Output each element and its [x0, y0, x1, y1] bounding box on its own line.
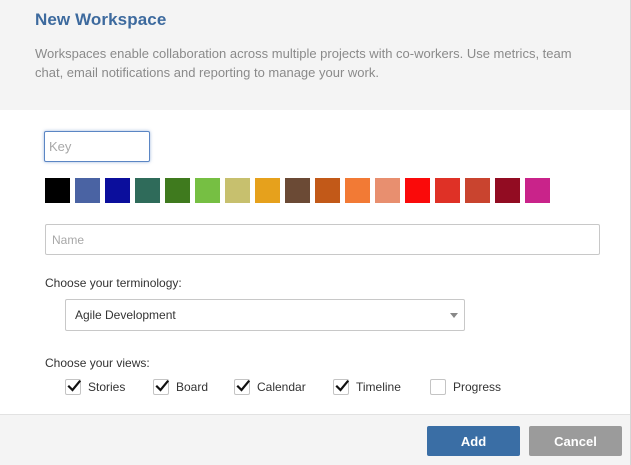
name-input[interactable]	[45, 224, 600, 255]
color-swatch[interactable]	[435, 178, 460, 203]
color-swatch[interactable]	[405, 178, 430, 203]
checkbox[interactable]	[333, 379, 349, 395]
color-swatch[interactable]	[195, 178, 220, 203]
color-swatch[interactable]	[135, 178, 160, 203]
color-swatch[interactable]	[465, 178, 490, 203]
checkbox[interactable]	[430, 379, 446, 395]
view-option-label: Stories	[88, 380, 126, 394]
dialog-header: New Workspace Workspaces enable collabor…	[0, 0, 631, 110]
view-option-label: Progress	[453, 380, 502, 394]
view-option-label: Board	[176, 380, 209, 394]
chevron-down-icon	[450, 313, 458, 318]
view-option-label: Calendar	[257, 380, 306, 394]
terminology-label: Choose your terminology:	[45, 276, 182, 290]
key-input[interactable]	[44, 131, 150, 162]
color-swatch[interactable]	[315, 178, 340, 203]
color-swatch[interactable]	[345, 178, 370, 203]
dialog-footer: Add Cancel	[0, 414, 631, 465]
cancel-button[interactable]: Cancel	[529, 426, 622, 456]
view-option-label: Timeline	[356, 380, 401, 394]
color-swatch[interactable]	[255, 178, 280, 203]
checkmark-icon	[67, 379, 81, 392]
color-swatch[interactable]	[165, 178, 190, 203]
views-label: Choose your views:	[45, 356, 150, 370]
add-button[interactable]: Add	[427, 426, 520, 456]
color-swatch[interactable]	[225, 178, 250, 203]
color-swatch[interactable]	[105, 178, 130, 203]
color-swatch[interactable]	[495, 178, 520, 203]
checkbox[interactable]	[153, 379, 169, 395]
color-swatch[interactable]	[45, 178, 70, 203]
dialog-title: New Workspace	[35, 10, 167, 29]
checkmark-icon	[155, 379, 169, 392]
color-swatch[interactable]	[375, 178, 400, 203]
color-swatch[interactable]	[285, 178, 310, 203]
checkbox[interactable]	[234, 379, 250, 395]
checkmark-icon	[236, 379, 250, 392]
terminology-select[interactable]: Agile Development	[65, 299, 465, 331]
checkbox[interactable]	[65, 379, 81, 395]
color-swatch[interactable]	[525, 178, 550, 203]
dialog-description: Workspaces enable collaboration across m…	[35, 46, 572, 80]
new-workspace-dialog: New Workspace Workspaces enable collabor…	[0, 0, 631, 465]
color-swatch[interactable]	[75, 178, 100, 203]
terminology-select-value: Agile Development	[75, 308, 176, 322]
checkmark-icon	[335, 379, 349, 392]
